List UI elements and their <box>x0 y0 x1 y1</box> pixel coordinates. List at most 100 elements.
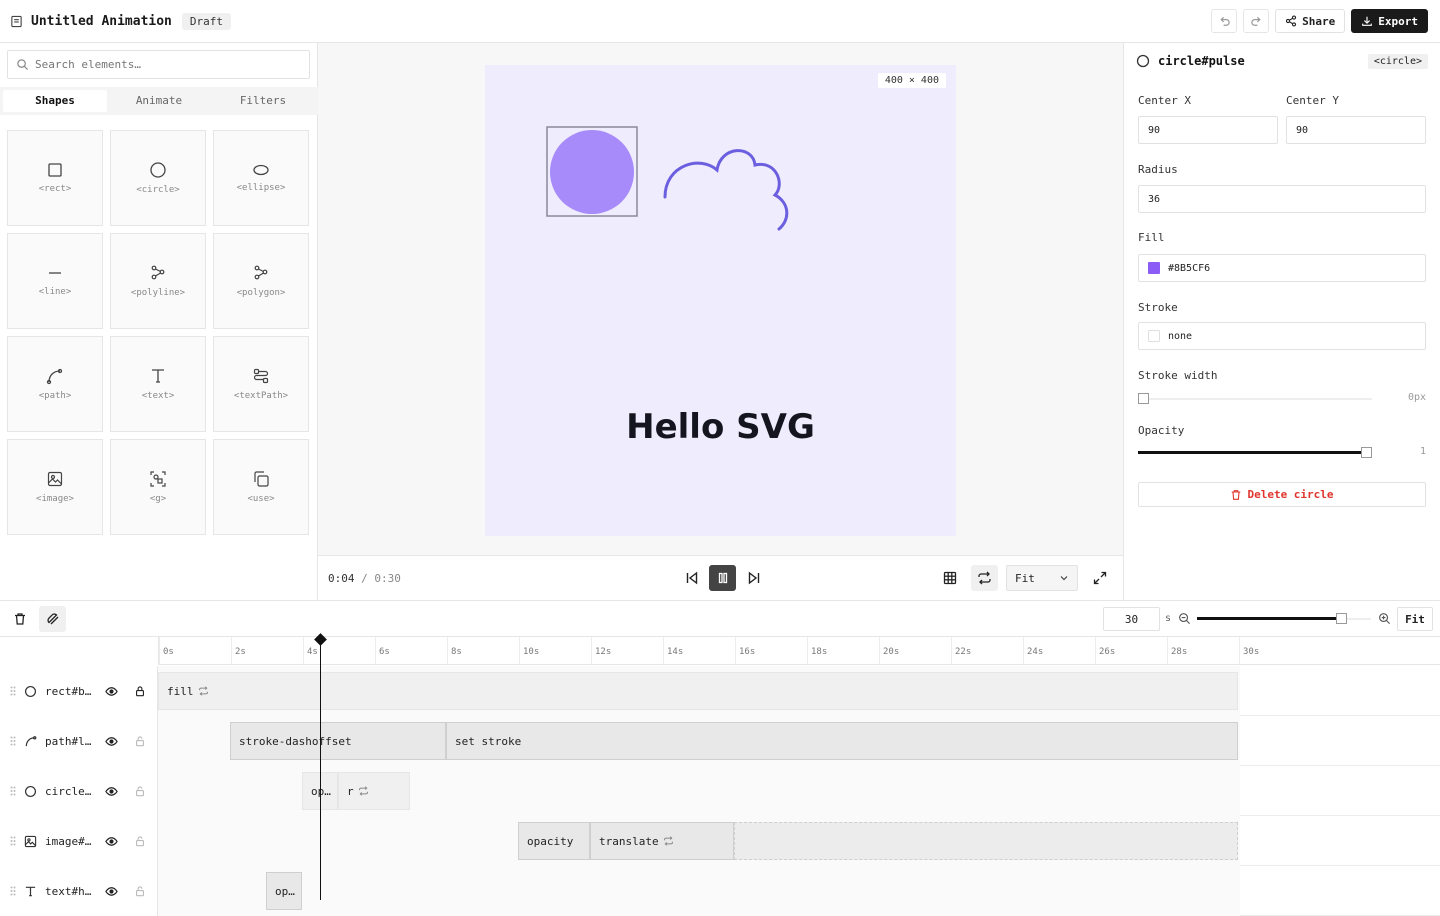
track-header[interactable]: circle… <box>0 766 158 816</box>
stroke-width-slider[interactable] <box>1138 398 1372 400</box>
tile-image[interactable]: <image> <box>7 439 103 535</box>
timeline-zoom-thumb[interactable] <box>1335 613 1347 624</box>
center-y-field[interactable]: 90 <box>1286 116 1426 144</box>
tile-label: <image> <box>36 494 74 504</box>
animation-bar[interactable]: stroke-dashoffset <box>230 722 446 760</box>
file-icon <box>10 15 23 28</box>
undo-button[interactable] <box>1211 9 1238 33</box>
tile-textpath[interactable]: <textPath> <box>213 336 309 432</box>
drag-handle-icon[interactable] <box>10 786 16 796</box>
timeline-row: text#h… op… <box>0 866 1440 916</box>
track-header[interactable]: path#l… <box>0 716 158 766</box>
tile-line[interactable]: <line> <box>7 233 103 329</box>
tile-text[interactable]: <text> <box>110 336 206 432</box>
fullscreen-button[interactable] <box>1086 565 1113 591</box>
animation-label: opacity <box>527 834 574 848</box>
svg-canvas[interactable]: 400 × 400 Hello SVG <box>485 65 956 536</box>
tile-use[interactable]: <use> <box>213 439 309 535</box>
skip-back-button[interactable] <box>678 565 705 591</box>
center-x-field[interactable]: 90 <box>1138 116 1278 144</box>
tab-shapes[interactable]: Shapes <box>3 90 107 112</box>
tab-animate[interactable]: Animate <box>107 90 211 112</box>
track-header[interactable]: image#… <box>0 816 158 866</box>
center-x-value: 90 <box>1148 124 1161 136</box>
animation-bar[interactable]: op… <box>266 872 302 910</box>
shape-grid: <rect> <circle> <ellipse> <line> <polyli… <box>7 130 309 535</box>
tile-label: <text> <box>141 391 175 401</box>
search-input[interactable] <box>35 58 295 71</box>
delete-label: Delete circle <box>1247 488 1334 501</box>
circle-icon <box>24 685 37 698</box>
drag-handle-icon[interactable] <box>10 736 16 746</box>
grid-toggle-button[interactable] <box>936 565 963 591</box>
drag-handle-icon[interactable] <box>10 686 16 696</box>
ruler-tick: 26s <box>1095 637 1115 665</box>
tile-rect[interactable]: <rect> <box>7 130 103 226</box>
drag-handle-icon[interactable] <box>10 886 16 896</box>
redo-button[interactable] <box>1243 9 1270 33</box>
time-ruler[interactable]: 0s 2s 4s 6s 8s 10s 12s 14s 16s 18s 20s 22s 24s 26s 28s… <box>158 637 1440 665</box>
ruler-tick: 20s <box>879 637 899 665</box>
tab-filters[interactable]: Filters <box>211 90 315 112</box>
ruler-tick: 10s <box>519 637 539 665</box>
fill-field[interactable]: #8B5CF6 <box>1138 254 1426 282</box>
tile-polyline[interactable]: <polyline> <box>110 233 206 329</box>
share-button[interactable]: Share <box>1275 9 1346 33</box>
animation-bar[interactable]: r <box>338 772 410 810</box>
path-icon <box>24 735 37 748</box>
tile-group[interactable]: <g> <box>110 439 206 535</box>
hello-text[interactable]: Hello SVG <box>485 407 956 447</box>
tile-ellipse[interactable]: <ellipse> <box>213 130 309 226</box>
skip-forward-button[interactable] <box>740 565 767 591</box>
square-icon <box>48 163 62 177</box>
eye-icon[interactable] <box>105 835 118 848</box>
stroke-field[interactable]: none <box>1138 322 1426 350</box>
tile-label: <circle> <box>136 185 180 195</box>
ruler-tick: 0s <box>159 637 174 665</box>
ruler-tick: 22s <box>951 637 971 665</box>
lock-icon[interactable] <box>134 735 146 747</box>
lock-icon[interactable] <box>134 685 146 697</box>
radius-label: Radius <box>1138 163 1178 176</box>
snap-toggle-button[interactable] <box>39 606 66 632</box>
fill-swatch[interactable] <box>1148 262 1160 274</box>
stage-area: 400 × 400 Hello SVG 0:04 / 0:30 Fit <box>318 43 1123 600</box>
image-icon <box>24 835 37 848</box>
lock-icon[interactable] <box>134 885 146 897</box>
tile-polygon[interactable]: <polygon> <box>213 233 309 329</box>
grid-icon <box>943 571 956 585</box>
track-header[interactable]: rect#b… <box>0 666 158 716</box>
drag-handle-icon[interactable] <box>10 836 16 846</box>
animation-bar[interactable]: set stroke <box>446 722 1238 760</box>
stroke-swatch[interactable] <box>1148 330 1160 342</box>
track-name: path#l… <box>45 734 92 748</box>
lock-icon[interactable] <box>134 785 146 797</box>
loop-toggle-button[interactable] <box>971 565 998 591</box>
lock-icon[interactable] <box>134 835 146 847</box>
search-box[interactable] <box>7 50 310 79</box>
animation-bar[interactable]: translate <box>590 822 734 860</box>
playhead[interactable] <box>320 640 321 900</box>
stroke-width-thumb[interactable] <box>1138 393 1149 404</box>
export-button[interactable]: Export <box>1351 9 1428 33</box>
radius-field[interactable]: 36 <box>1138 185 1426 213</box>
eye-icon[interactable] <box>105 785 118 798</box>
track-header[interactable]: text#h… <box>0 866 158 916</box>
animation-bar[interactable]: opacity <box>518 822 590 860</box>
delete-button[interactable]: Delete circle <box>1138 482 1426 507</box>
tile-circle[interactable]: <circle> <box>110 130 206 226</box>
zoom-select[interactable]: Fit <box>1006 565 1078 591</box>
pause-button[interactable] <box>709 565 736 591</box>
eye-icon[interactable] <box>105 885 118 898</box>
cloud-path <box>663 149 789 231</box>
eye-icon[interactable] <box>105 685 118 698</box>
opacity-thumb[interactable] <box>1361 447 1372 458</box>
timeline-fit-button[interactable]: Fit <box>1397 607 1433 631</box>
tile-path[interactable]: <path> <box>7 336 103 432</box>
animation-bar[interactable] <box>734 822 1238 860</box>
share-icon <box>1286 15 1297 27</box>
ruler-tick: 30s <box>1239 637 1259 665</box>
duration-input[interactable]: 30 <box>1103 607 1160 631</box>
timeline-delete-button[interactable] <box>6 606 33 632</box>
eye-icon[interactable] <box>105 735 118 748</box>
